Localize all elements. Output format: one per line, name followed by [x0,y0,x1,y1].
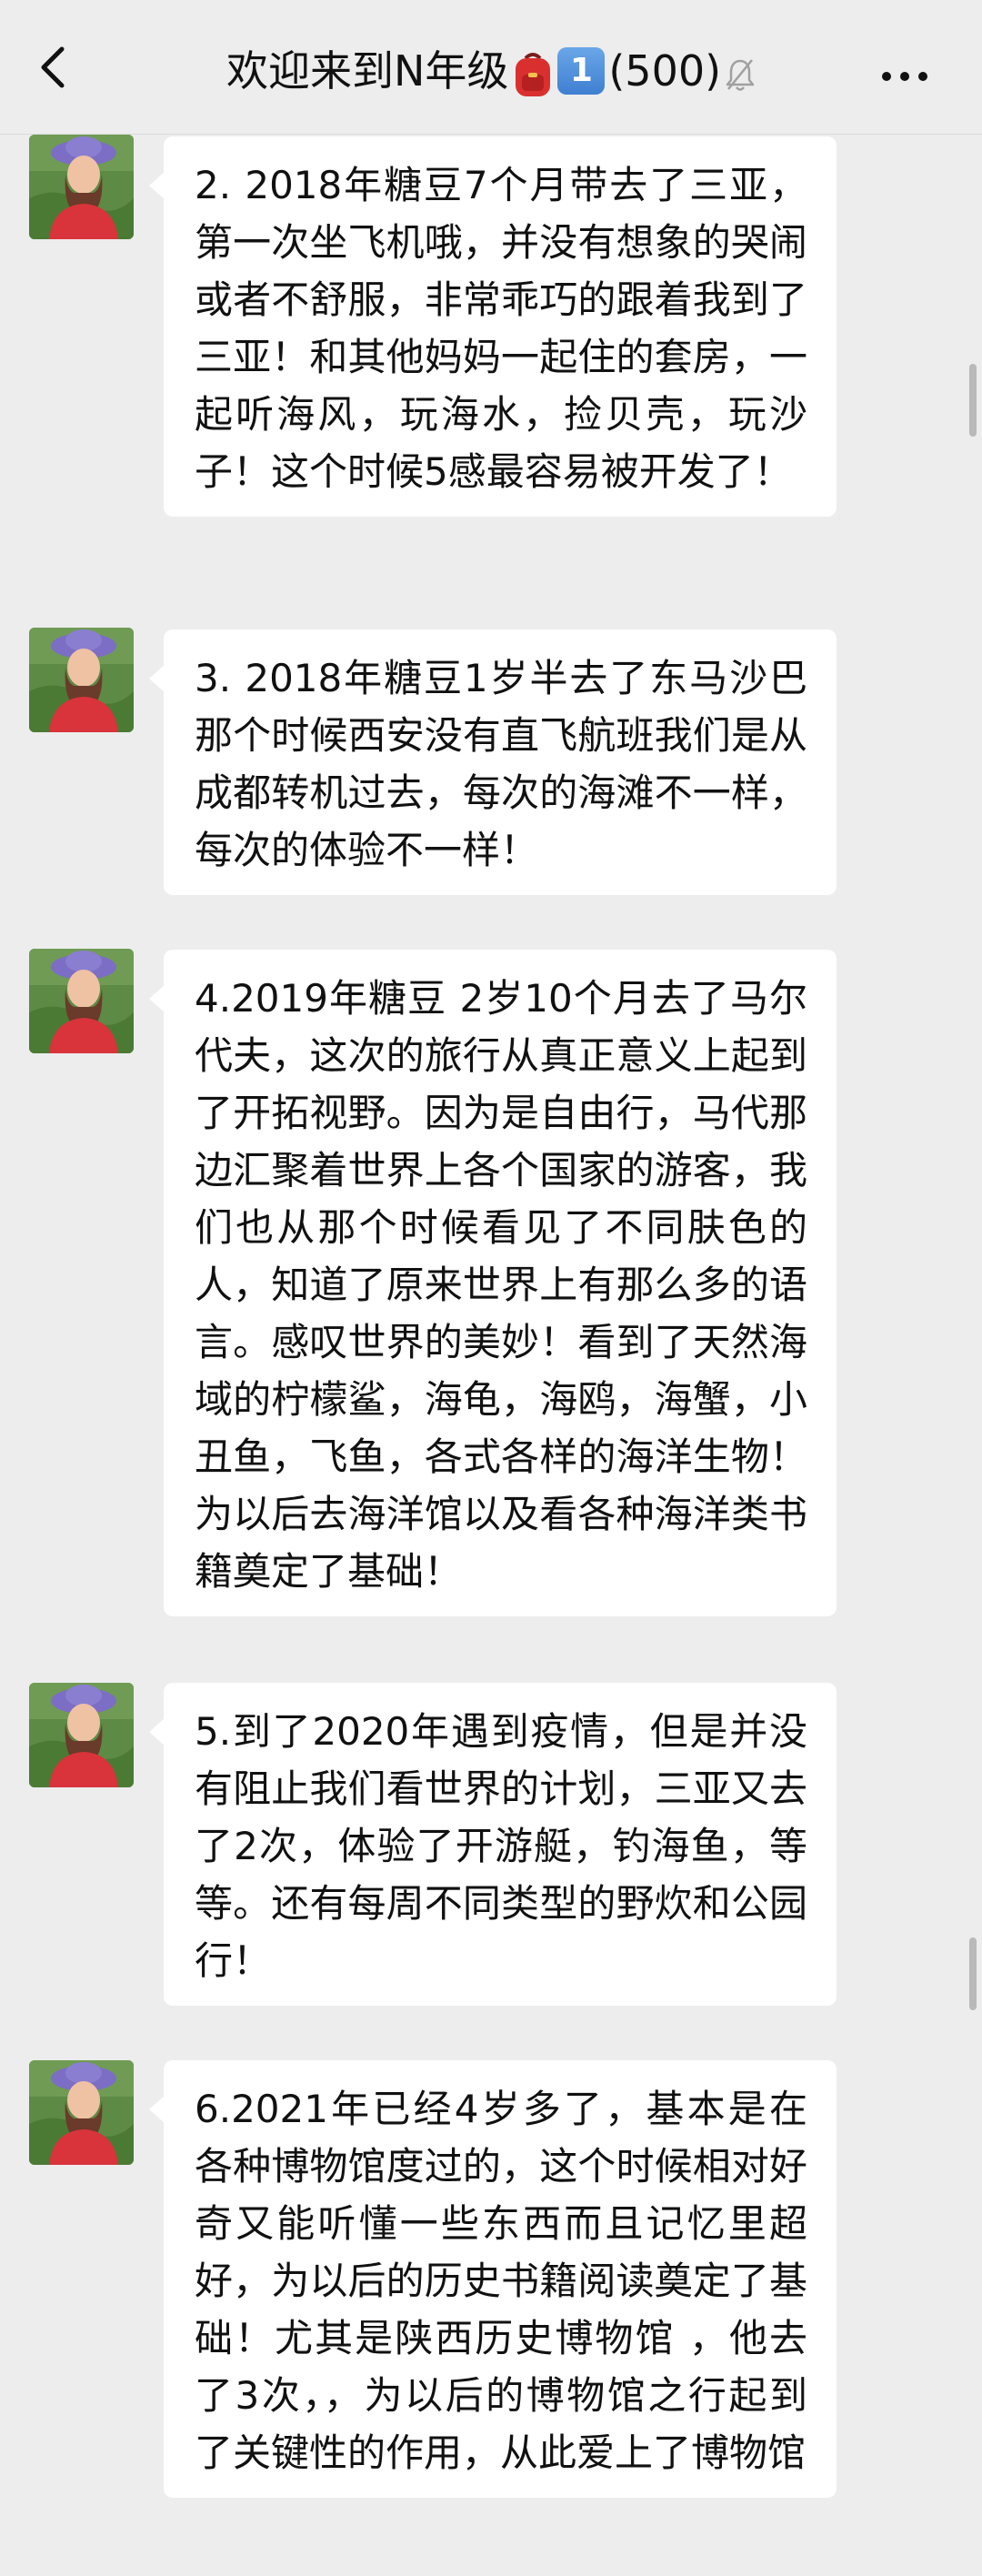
message-bubble[interactable]: 5.到了2020年遇到疫情，但是并没有阻止我们看世界的计划，三亚又去了2次，体验… [149,1683,837,2006]
sender-avatar[interactable] [29,1683,134,1787]
message-bubble[interactable]: 6.2021年已经4岁多了，基本是在各种博物馆度过的，这个时候相对好奇又能听懂一… [149,2060,837,2498]
member-count: (500) [608,46,722,96]
scroll-indicator[interactable] [969,364,977,437]
chat-title: 欢迎来到N年级 1 (500) [118,44,864,98]
dot [900,72,909,81]
more-options-button[interactable] [882,67,937,86]
sender-avatar[interactable] [29,949,134,1053]
message-text: 4.2019年糖豆 2岁10个月去了马尔代夫，这次的旅行从真正意义上起到了开拓视… [195,976,807,1594]
backpack-icon [512,44,554,98]
scroll-indicator[interactable] [969,1937,977,2010]
message-text: 2. 2018年糖豆7个月带去了三亚，第一次坐飞机哦，并没有想象的哭闹或者不舒服… [195,163,807,494]
back-button[interactable] [27,40,82,95]
message-bubble[interactable]: 4.2019年糖豆 2岁10个月去了马尔代夫，这次的旅行从真正意义上起到了开拓视… [149,950,837,1616]
keycap-1-icon: 1 [557,47,606,95]
sender-avatar[interactable] [29,2060,134,2165]
message-text: 6.2021年已经4岁多了，基本是在各种博物馆度过的，这个时候相对好奇又能听懂一… [195,2087,807,2475]
group-name: 欢迎来到N年级 [225,46,509,96]
message-text: 5.到了2020年遇到疫情，但是并没有阻止我们看世界的计划，三亚又去了2次，体验… [195,1709,807,1983]
dot [918,72,927,81]
sender-avatar[interactable] [29,628,134,732]
sender-avatar[interactable] [29,135,134,239]
bell-muted-icon [725,44,756,98]
dot [882,72,891,81]
chat-header: 欢迎来到N年级 1 (500) [0,0,982,135]
chevron-left-icon [41,46,65,88]
message-text: 3. 2018年糖豆1岁半去了东马沙巴那个时候西安没有直飞航班我们是从成都转机过… [195,656,807,872]
message-bubble[interactable]: 3. 2018年糖豆1岁半去了东马沙巴那个时候西安没有直飞航班我们是从成都转机过… [149,629,837,895]
message-bubble[interactable]: 2. 2018年糖豆7个月带去了三亚，第一次坐飞机哦，并没有想象的哭闹或者不舒服… [149,136,837,517]
